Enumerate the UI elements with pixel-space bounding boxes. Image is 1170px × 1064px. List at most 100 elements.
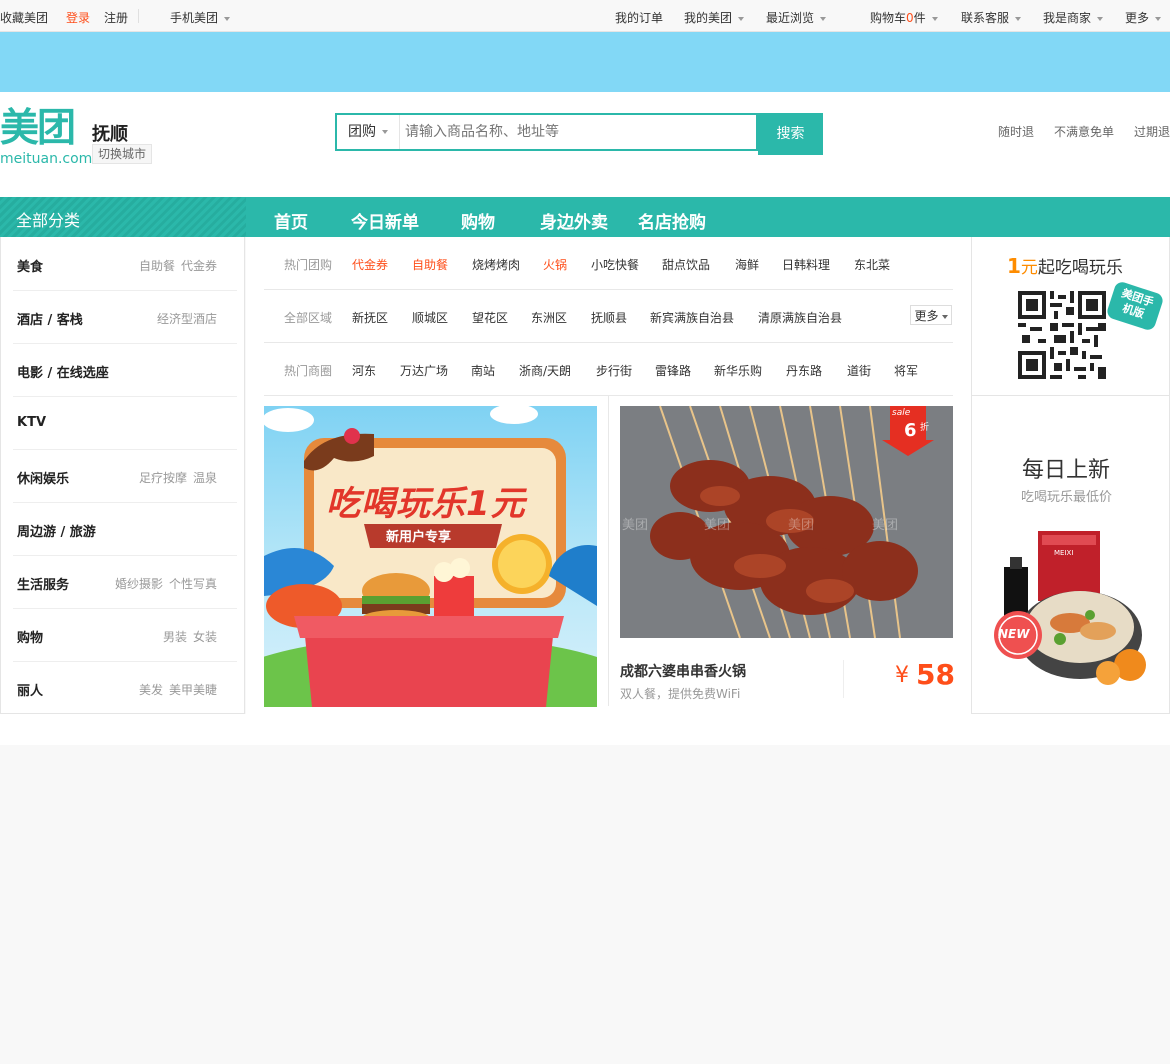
sub-link[interactable]: 足疗按摩 [139,471,187,485]
filter-item[interactable]: 道街 [847,362,871,379]
filter-item[interactable]: 南站 [471,362,495,379]
daily-new-subtitle: 吃喝玩乐最低价 [1021,490,1113,505]
top-banner[interactable] [0,32,1170,92]
all-categories-tab[interactable]: 全部分类 [0,197,246,237]
my-meituan-label: 我的美团 [684,11,733,25]
category-beauty[interactable]: 丽人 美发 美甲美睫 [13,661,237,714]
service-menu[interactable]: 联系客服 [961,9,1022,26]
chevron-down-icon [224,16,231,21]
sub-link[interactable]: 代金券 [181,259,217,273]
filter-item[interactable]: 抚顺县 [591,309,627,326]
daily-new-title: 每日上新 [1022,458,1111,483]
cart-menu[interactable]: 购物车0件 [870,9,938,26]
nav-takeout[interactable]: 身边外卖 [540,208,608,233]
filter-item[interactable]: 河东 [352,362,376,379]
watermark: 美团 [622,518,649,533]
category-shopping[interactable]: 购物 男装 女装 [13,608,237,662]
divider [138,9,139,23]
filter-item[interactable]: 清原满族自治县 [758,309,842,326]
sub-link[interactable]: 美甲美睫 [169,683,217,697]
filter-item[interactable]: 新华乐购 [714,362,762,379]
category-travel[interactable]: 周边游 / 旅游 [13,502,237,556]
nav-shopping[interactable]: 购物 [461,208,495,233]
mobile-promo-line: 1元起吃喝玩乐 [1007,253,1123,278]
search-button[interactable]: 搜索 [758,113,823,155]
filter-item[interactable]: 新抚区 [352,309,388,326]
service-label: 联系客服 [961,11,1010,25]
recent-menu[interactable]: 最近浏览 [766,9,827,26]
category-movie[interactable]: 电影 / 在线选座 [13,343,237,397]
filter-item[interactable]: 顺城区 [412,309,448,326]
filter-item[interactable]: 东北菜 [854,256,890,273]
category-sidebar: 美食 自助餐 代金券 酒店 / 客栈 经济型酒店 电影 / 在线选座 KTV 休闲… [0,237,245,714]
more-label: 更多 [1125,11,1150,25]
register-link[interactable]: 注册 [104,9,128,26]
category-life-service[interactable]: 生活服务 婚纱摄影 个性写真 [13,555,237,609]
filter-label: 热门团购 [284,258,333,272]
filter-item[interactable]: 将军 [894,362,918,379]
watermark: 美团 [788,518,815,533]
filter-item[interactable]: 烧烤烤肉 [472,256,520,273]
category-name: 休闲娱乐 [17,472,70,487]
chevron-down-icon [1097,16,1104,21]
category-ktv[interactable]: KTV [13,396,237,450]
mobile-meituan-menu[interactable]: 手机美团 [170,9,231,26]
sub-link[interactable]: 女装 [193,630,217,644]
sub-link[interactable]: 温泉 [193,471,217,485]
chevron-down-icon [382,130,388,134]
deal-title[interactable]: 成都六婆串串香火锅 [620,661,746,681]
filter-row-districts: 热门商圈 河东 万达广场 南站 浙商/天朗 步行街 雷锋路 新华乐购 丹东路 道… [264,343,953,396]
filter-item[interactable]: 浙商/天朗 [519,362,571,379]
filter-item[interactable]: 东洲区 [531,309,567,326]
filter-item[interactable]: 丹东路 [786,362,822,379]
sub-link[interactable]: 婚纱摄影 [115,577,163,591]
filter-item[interactable]: 海鲜 [735,256,759,273]
more-label: 更多 [914,309,939,323]
merchant-menu[interactable]: 我是商家 [1043,9,1104,26]
filter-item[interactable]: 万达广场 [400,362,448,379]
merchant-label: 我是商家 [1043,11,1092,25]
nav-home[interactable]: 首页 [274,208,308,233]
switch-city-button[interactable]: 切换城市 [92,144,153,164]
favorite-link[interactable]: 收藏美团 [0,9,48,26]
badge-discount: 6 [904,420,917,441]
category-food[interactable]: 美食 自助餐 代金券 [13,237,237,291]
category-hotel[interactable]: 酒店 / 客栈 经济型酒店 [13,290,237,344]
sub-link[interactable]: 自助餐 [139,259,175,273]
search-input[interactable] [403,115,757,149]
filter-item[interactable]: 新宾满族自治县 [650,309,734,326]
filter-item[interactable]: 自助餐 [412,256,448,273]
filter-item[interactable]: 日韩料理 [782,256,830,273]
filter-item[interactable]: 望花区 [472,309,508,326]
my-meituan-menu[interactable]: 我的美团 [684,9,745,26]
sub-link[interactable]: 个性写真 [169,577,217,591]
category-name: 周边游 / 旅游 [17,525,96,540]
content-bottom [0,714,1170,745]
filter-item[interactable]: 甜点饮品 [662,256,710,273]
filter-item[interactable]: 代金券 [352,256,388,273]
filter-item[interactable]: 雷锋路 [655,362,691,379]
filter-item[interactable]: 小吃快餐 [591,256,639,273]
areas-more-button[interactable]: 更多 [910,305,952,325]
nav-famous-stores[interactable]: 名店抢购 [638,208,706,233]
food-products-illustration [994,531,1146,685]
nav-today-new[interactable]: 今日新单 [351,208,419,233]
sub-link[interactable]: 男装 [163,630,187,644]
category-subs: 自助餐 代金券 [133,257,217,274]
more-menu[interactable]: 更多 [1125,9,1162,26]
category-leisure[interactable]: 休闲娱乐 足疗按摩 温泉 [13,449,237,503]
sub-link[interactable]: 经济型酒店 [157,312,217,326]
filter-item[interactable]: 火锅 [543,256,567,273]
logo[interactable]: 美团 [0,108,76,150]
deal-image[interactable]: 美团 美团 美团 美团 sale 6 折 [620,406,953,638]
watermark: 美团 [704,518,731,533]
sub-link[interactable]: 美发 [139,683,163,697]
my-orders-link[interactable]: 我的订单 [615,9,663,26]
promo-banner[interactable]: 吃喝玩乐1元 新用户专享 [264,406,597,707]
mobile-tag-label: 美团手机版 [1119,286,1156,321]
daily-new-image[interactable]: NEW MEIXI [990,527,1160,687]
category-subs: 男装 女装 [157,628,217,645]
filter-item[interactable]: 步行街 [596,362,632,379]
login-link[interactable]: 登录 [66,9,90,26]
search-type-select[interactable]: 团购 [337,115,400,149]
